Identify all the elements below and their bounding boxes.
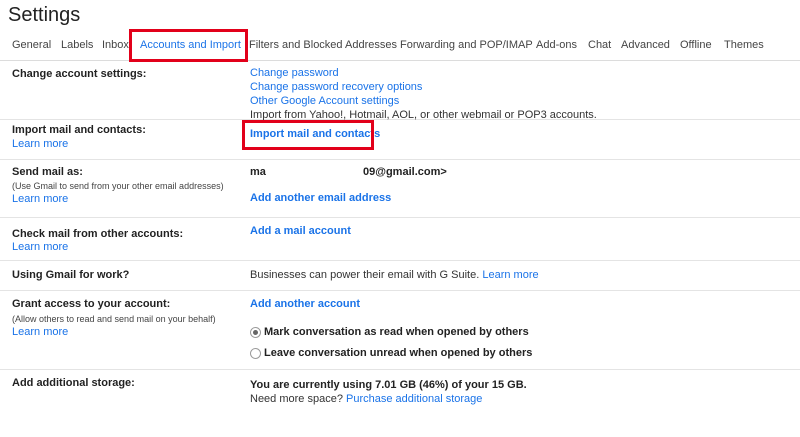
tab-themes[interactable]: Themes — [724, 39, 764, 51]
grant-access-subtext: (Allow others to read and send mail on y… — [12, 314, 216, 324]
add-email-link[interactable]: Add another email address — [250, 192, 391, 204]
storage-label: Add additional storage: — [12, 377, 135, 389]
send-mail-label: Send mail as: — [12, 166, 83, 178]
settings-tabs: General Labels Inbox Accounts and Import… — [0, 32, 800, 61]
import-learn-more-link[interactable]: Learn more — [12, 138, 68, 150]
change-account-row: Change account settings: Change password… — [0, 61, 800, 121]
import-mail-label: Import mail and contacts: — [12, 124, 146, 136]
tab-add-ons[interactable]: Add-ons — [536, 39, 577, 51]
tab-offline[interactable]: Offline — [680, 39, 712, 51]
storage-row: Add additional storage: You are currentl… — [0, 369, 800, 419]
gsuite-row: Using Gmail for work? Businesses can pow… — [0, 260, 800, 291]
gsuite-label: Using Gmail for work? — [12, 269, 130, 281]
gsuite-text: Businesses can power their email with G … — [250, 269, 539, 281]
storage-need-more-text: Need more space? Purchase additional sto… — [250, 393, 483, 405]
tab-general[interactable]: General — [12, 39, 51, 51]
storage-usage-text: You are currently using 7.01 GB (46%) of… — [250, 379, 527, 391]
send-mail-subtext: (Use Gmail to send from your other email… — [12, 181, 224, 191]
tab-inbox[interactable]: Inbox — [102, 39, 129, 51]
mark-read-radio[interactable] — [250, 327, 261, 338]
purchase-storage-link[interactable]: Purchase additional storage — [346, 393, 482, 405]
mark-read-label[interactable]: Mark conversation as read when opened by… — [264, 326, 529, 338]
change-recovery-link[interactable]: Change password recovery options — [250, 81, 422, 93]
settings-title: Settings — [8, 4, 81, 26]
gsuite-learn-more-link[interactable]: Learn more — [482, 269, 538, 281]
check-mail-label: Check mail from other accounts: — [12, 228, 184, 240]
tab-accounts-and-import[interactable]: Accounts and Import — [140, 39, 241, 51]
grant-access-label: Grant access to your account: — [12, 298, 171, 310]
leave-unread-label[interactable]: Leave conversation unread when opened by… — [264, 347, 532, 359]
tab-labels[interactable]: Labels — [61, 39, 93, 51]
grant-learn-more-link[interactable]: Learn more — [12, 326, 68, 338]
leave-unread-radio[interactable] — [250, 348, 261, 359]
change-password-link[interactable]: Change password — [250, 67, 339, 79]
import-mail-contacts-link[interactable]: Import mail and contacts — [250, 128, 380, 140]
send-email-text: 09@gmail.com> — [363, 166, 447, 178]
send-mail-row: Send mail as: (Use Gmail to send from yo… — [0, 159, 800, 218]
change-account-label: Change account settings: — [12, 68, 147, 80]
tab-chat[interactable]: Chat — [588, 39, 611, 51]
send-learn-more-link[interactable]: Learn more — [12, 193, 68, 205]
import-mail-row: Import mail and contacts: Learn more Imp… — [0, 119, 800, 160]
other-google-settings-link[interactable]: Other Google Account settings — [250, 95, 399, 107]
check-learn-more-link[interactable]: Learn more — [12, 241, 68, 253]
tab-filters[interactable]: Filters and Blocked Addresses — [249, 39, 397, 51]
add-another-account-link[interactable]: Add another account — [250, 298, 360, 310]
grant-access-row: Grant access to your account: (Allow oth… — [0, 290, 800, 370]
tab-forwarding[interactable]: Forwarding and POP/IMAP — [400, 39, 533, 51]
check-mail-row: Check mail from other accounts: Learn mo… — [0, 217, 800, 261]
send-name-text: ma — [250, 166, 266, 178]
tab-advanced[interactable]: Advanced — [621, 39, 670, 51]
add-mail-account-link[interactable]: Add a mail account — [250, 225, 351, 237]
